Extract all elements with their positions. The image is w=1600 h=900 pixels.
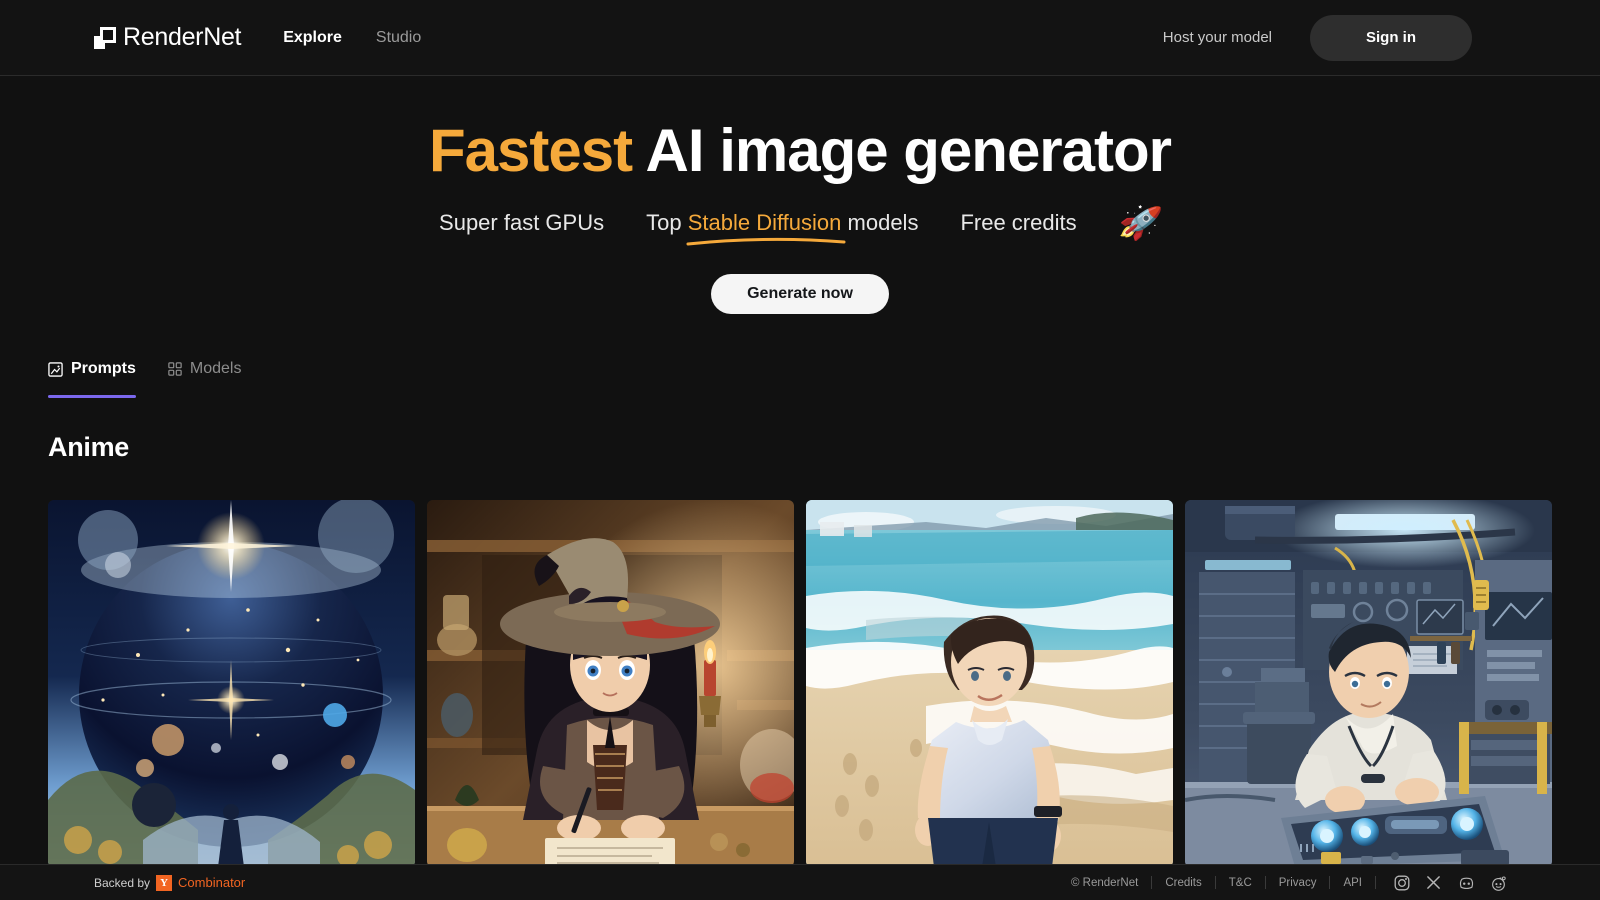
tab-models[interactable]: Models <box>168 360 242 398</box>
hero-feature-models-post: models <box>841 210 919 235</box>
tab-prompts[interactable]: Prompts <box>48 360 136 398</box>
nav-item-studio[interactable]: Studio <box>376 29 421 47</box>
footer-social-links <box>1394 875 1506 891</box>
hero-title-rest: AI image generator <box>632 117 1172 184</box>
sign-in-button[interactable]: Sign in <box>1310 14 1472 61</box>
grid-icon <box>168 362 182 376</box>
content-tabs: Prompts Models <box>48 360 241 398</box>
hero-feature-models-pre: Top <box>646 210 688 235</box>
footer-backed-by: Backed by Y Combinator <box>94 874 246 891</box>
footer-link-copyright: © RenderNet <box>1071 876 1139 889</box>
hero-subtitle-row: Super fast GPUs Top Stable Diffusion mod… <box>0 201 1600 246</box>
rocket-icon: 🚀 <box>1116 201 1164 245</box>
tab-prompts-label: Prompts <box>71 360 136 377</box>
reddit-icon[interactable] <box>1490 875 1506 891</box>
stable-diffusion-highlight: Stable Diffusion <box>686 210 846 246</box>
gallery-image-1 <box>48 500 415 867</box>
main-nav: Explore Studio <box>283 29 421 47</box>
hero-title-accent: Fastest <box>428 117 633 184</box>
footer-link-credits[interactable]: Credits <box>1152 877 1214 889</box>
top-navigation-bar: RenderNet Explore Studio Host your model… <box>0 0 1600 76</box>
header-actions: Host your model Sign in <box>1163 14 1472 61</box>
logo-text: RenderNet <box>123 23 242 51</box>
cta-wrapper: Generate now <box>0 274 1600 314</box>
footer-link-privacy[interactable]: Privacy <box>1266 877 1330 889</box>
hero-feature-models: Top Stable Diffusion models <box>646 210 919 246</box>
instagram-icon[interactable] <box>1394 875 1410 891</box>
footer-links: © RenderNet Credits T&C Privacy API <box>1058 875 1506 891</box>
footer-link-tc[interactable]: T&C <box>1216 877 1265 889</box>
gallery-card-boy-on-beach[interactable] <box>806 500 1173 867</box>
section-heading-anime: Anime <box>48 432 130 462</box>
tab-models-label: Models <box>189 360 242 377</box>
discord-icon[interactable] <box>1458 875 1474 891</box>
gallery-image-4 <box>1185 500 1552 867</box>
underline-swoosh-icon <box>686 237 846 246</box>
image-icon <box>48 361 63 377</box>
gallery-image-2 <box>427 500 794 867</box>
hero-feature-gpus: Super fast GPUs <box>439 210 605 235</box>
footer-link-api[interactable]: API <box>1330 877 1375 889</box>
generate-now-button[interactable]: Generate now <box>711 274 889 314</box>
ycombinator-icon: Y <box>156 874 173 891</box>
backed-by-label: Backed by <box>94 875 151 890</box>
hero-feature-credits: Free credits <box>960 210 1077 235</box>
ycombinator-label: Combinator <box>178 875 246 890</box>
footer-divider <box>1375 876 1376 889</box>
host-your-model-link[interactable]: Host your model <box>1163 29 1272 46</box>
x-twitter-icon[interactable] <box>1426 875 1442 891</box>
prompt-gallery-grid <box>48 500 1552 867</box>
hero-section: Fastest AI image generator Super fast GP… <box>0 76 1600 314</box>
gallery-card-boy-in-workshop[interactable] <box>1185 500 1552 867</box>
gallery-card-cosmic-planet-starlight[interactable] <box>48 500 415 867</box>
rendernet-logo-icon <box>94 26 116 49</box>
brand-logo[interactable]: RenderNet <box>94 23 242 52</box>
page-title: Fastest AI image generator <box>0 118 1600 184</box>
gallery-image-3 <box>806 500 1173 867</box>
nav-item-explore[interactable]: Explore <box>283 29 342 47</box>
page-root: RenderNet Explore Studio Host your model… <box>0 0 1600 900</box>
stable-diffusion-text: Stable Diffusion <box>687 210 842 235</box>
footer-bar: Backed by Y Combinator © RenderNet Credi… <box>0 864 1600 900</box>
gallery-card-witch-girl-writing[interactable] <box>427 500 794 867</box>
